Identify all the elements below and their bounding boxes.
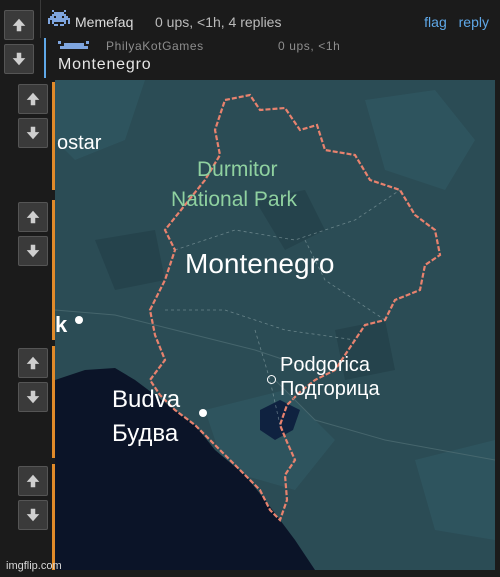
downvote-button[interactable] — [18, 382, 48, 412]
map-label-park-line1: Durmitor — [197, 158, 278, 181]
pixel-invader-icon — [48, 10, 70, 26]
flag-link[interactable]: flag — [424, 14, 447, 30]
map-label-ostar: ostar — [57, 132, 102, 154]
down-arrow-icon — [26, 244, 40, 258]
city-dot — [199, 409, 207, 417]
watermark: imgflip.com — [6, 560, 62, 572]
reply-vote-column-3 — [18, 348, 50, 412]
map-label-budva-cyrillic: Будва — [112, 420, 179, 447]
capital-marker — [267, 375, 276, 384]
up-arrow-icon — [26, 210, 40, 224]
upvote-button[interactable] — [18, 84, 48, 114]
upvote-button[interactable] — [18, 202, 48, 232]
reply-meta: 0 ups, <1h — [278, 39, 341, 53]
map-label-podgorica-cyrillic: Подгорица — [280, 378, 380, 400]
down-arrow-icon — [26, 126, 40, 140]
city-dot — [75, 316, 83, 324]
reply-link[interactable]: reply — [459, 14, 489, 30]
reply-vote-column-2 — [18, 202, 50, 266]
up-arrow-icon — [26, 474, 40, 488]
pixel-invader-icon — [58, 41, 89, 49]
down-arrow-icon — [12, 52, 26, 66]
upvote-button[interactable] — [18, 348, 48, 378]
up-arrow-icon — [26, 92, 40, 106]
reply-username[interactable]: PhilyaKotGames — [106, 39, 204, 53]
nested-reply: PhilyaKotGames 0 ups, <1h Montenegro — [44, 38, 388, 78]
montenegro-map — [55, 80, 495, 570]
map-label-podgorica-latin: Podgorica — [280, 354, 371, 376]
up-arrow-icon — [12, 18, 26, 32]
down-arrow-icon — [26, 508, 40, 522]
map-label-k: k — [55, 312, 68, 337]
reply-vote-column-4 — [18, 466, 50, 530]
comment-header: Memefaq 0 ups, <1h, 4 replies flag reply — [40, 0, 497, 38]
reply-vote-column-1 — [18, 84, 50, 148]
comment-actions: flag reply — [416, 14, 489, 30]
upvote-button[interactable] — [4, 10, 34, 40]
upvote-button[interactable] — [18, 466, 48, 496]
reply-text: Montenegro — [58, 56, 152, 73]
down-arrow-icon — [26, 390, 40, 404]
map-image[interactable]: ostar Durmitor National Park Montenegro … — [55, 80, 495, 570]
comment-vote-column — [4, 10, 36, 74]
up-arrow-icon — [26, 356, 40, 370]
downvote-button[interactable] — [18, 500, 48, 530]
comment-meta: 0 ups, <1h, 4 replies — [155, 14, 282, 30]
downvote-button[interactable] — [4, 44, 34, 74]
downvote-button[interactable] — [18, 118, 48, 148]
downvote-button[interactable] — [18, 236, 48, 266]
map-label-budva-latin: Budva — [112, 386, 181, 413]
map-label-park-line2: National Park — [171, 188, 298, 211]
comment-username[interactable]: Memefaq — [75, 14, 133, 30]
map-label-country: Montenegro — [185, 248, 335, 279]
